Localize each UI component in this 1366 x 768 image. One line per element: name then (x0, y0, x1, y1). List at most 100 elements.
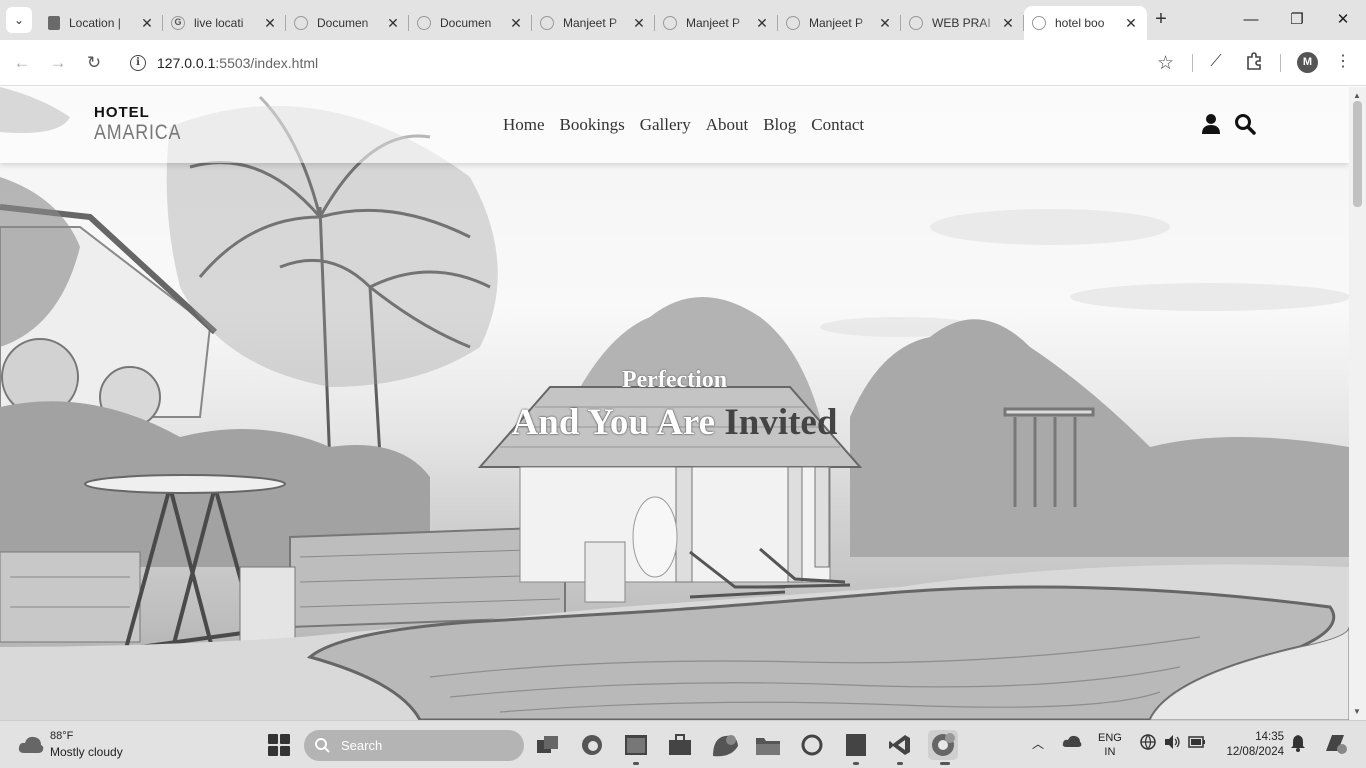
tab-title: Documen (440, 16, 492, 30)
hero-title-part-1: And You Are (511, 402, 725, 443)
copilot-icon[interactable] (1322, 731, 1348, 758)
browser-tab[interactable]: Documen ✕ (409, 6, 532, 40)
flag-icon (48, 16, 60, 30)
tab-title: Manjeet P (809, 16, 864, 30)
store-icon[interactable] (665, 730, 695, 760)
nav-about[interactable]: About (706, 115, 749, 135)
language-indicator[interactable]: ENG IN (1098, 731, 1122, 759)
volume-icon[interactable] (1164, 734, 1182, 753)
cloud-icon[interactable] (18, 733, 44, 755)
browser-tab[interactable]: hotel boo ✕ (1024, 6, 1147, 40)
address-bar[interactable]: i 127.0.0.1:5503/index.html (120, 46, 1190, 80)
google-icon: G (171, 16, 185, 30)
globe-icon (1032, 16, 1046, 30)
minimize-icon[interactable]: — (1241, 10, 1261, 30)
forward-icon[interactable]: → (47, 52, 69, 74)
tab-close-icon[interactable]: ✕ (631, 15, 647, 32)
browser-tab[interactable]: Manjeet P ✕ (655, 6, 778, 40)
tab-title: Location | (69, 16, 121, 30)
chrome-dev-icon[interactable] (710, 730, 740, 760)
tab-close-icon[interactable]: ✕ (508, 15, 524, 32)
scroll-down-icon[interactable]: ▼ (1353, 707, 1361, 716)
scrollbar-thumb[interactable] (1353, 101, 1362, 207)
tab-close-icon[interactable]: ✕ (1123, 15, 1139, 32)
globe-icon (540, 16, 554, 30)
extensions-icon[interactable] (1244, 52, 1264, 72)
site-header: HOTEL AMARICA Home Bookings Gallery Abou… (0, 87, 1349, 163)
taskbar-search[interactable]: Search (304, 730, 524, 761)
hero-title: And You Are Invited (0, 401, 1349, 444)
hero-subtitle: Perfection (621, 367, 728, 393)
main-navigation: Home Bookings Gallery About Blog Contact (503, 115, 864, 135)
nav-gallery[interactable]: Gallery (640, 115, 691, 135)
system-clock[interactable]: 14:35 12/08/2024 (1220, 730, 1284, 760)
weather-description[interactable]: Mostly cloudy (50, 745, 123, 759)
task-view-icon[interactable] (533, 730, 563, 760)
clock-time: 14:35 (1255, 731, 1284, 743)
profile-avatar[interactable]: M (1297, 52, 1318, 73)
nav-bookings[interactable]: Bookings (560, 115, 625, 135)
user-icon[interactable] (1200, 113, 1222, 135)
region-code: IN (1104, 746, 1116, 758)
search-icon[interactable] (1234, 113, 1256, 135)
tab-title: WEB PRAI (932, 16, 991, 30)
edge-icon[interactable] (577, 730, 607, 760)
logo-line-2: AMARICA (94, 121, 182, 144)
restore-icon[interactable]: ❐ (1287, 10, 1307, 30)
tab-close-icon[interactable]: ✕ (754, 15, 770, 32)
browser-tab[interactable]: Manjeet P ✕ (778, 6, 901, 40)
notification-bell-icon[interactable] (1290, 734, 1306, 755)
globe-icon (909, 16, 923, 30)
more-menu-icon[interactable]: ⋮ (1333, 52, 1353, 72)
nav-blog[interactable]: Blog (763, 115, 796, 135)
browser-tab[interactable]: Manjeet P ✕ (532, 6, 655, 40)
globe-icon (786, 16, 800, 30)
back-icon[interactable]: ← (11, 52, 33, 74)
tab-title: Manjeet P (563, 16, 618, 30)
new-tab-button[interactable]: + (1150, 9, 1172, 31)
browser-tab[interactable]: WEB PRAI ✕ (901, 6, 1024, 40)
globe-icon (417, 16, 431, 30)
tab-close-icon[interactable]: ✕ (385, 15, 401, 32)
battery-icon[interactable] (1188, 735, 1206, 752)
nav-home[interactable]: Home (503, 115, 545, 135)
folder-icon[interactable] (753, 730, 783, 760)
tab-search-button[interactable]: ⌄ (6, 7, 32, 33)
scroll-up-icon[interactable]: ▲ (1353, 91, 1361, 100)
browser-tab[interactable]: Documen ✕ (286, 6, 409, 40)
reload-icon[interactable]: ↻ (83, 52, 105, 74)
url-text[interactable]: 127.0.0.1:5503/index.html (157, 55, 318, 71)
site-logo[interactable]: HOTEL AMARICA (94, 105, 197, 143)
url-host: 127.0.0.1 (157, 55, 216, 71)
tab-title: live locati (194, 16, 244, 30)
chrome-icon[interactable] (928, 730, 958, 760)
close-window-icon[interactable]: ✕ (1333, 10, 1353, 30)
tab-close-icon[interactable]: ✕ (139, 15, 155, 32)
show-hidden-icons-chevron-icon[interactable]: ︿ (1032, 735, 1044, 752)
bookmark-star-icon[interactable]: ☆ (1157, 52, 1174, 75)
page-scrollbar[interactable]: ▲ ▼ (1349, 87, 1366, 720)
tab-title: Manjeet P (686, 16, 741, 30)
notepad-icon[interactable] (841, 730, 871, 760)
tab-title: Documen (317, 16, 369, 30)
hero-title-part-2: Invited (724, 402, 838, 443)
nav-contact[interactable]: Contact (811, 115, 864, 135)
onedrive-icon[interactable] (1062, 733, 1082, 752)
windows-start-icon[interactable] (268, 734, 290, 756)
tab-close-icon[interactable]: ✕ (1000, 15, 1016, 32)
tab-close-icon[interactable]: ✕ (262, 15, 278, 32)
tab-close-icon[interactable]: ✕ (877, 15, 893, 32)
search-placeholder: Search (341, 738, 383, 753)
cortana-icon[interactable] (797, 730, 827, 760)
browser-tab[interactable]: Glive locati ✕ (163, 6, 286, 40)
network-globe-icon[interactable] (1140, 734, 1156, 753)
search-icon (315, 738, 330, 753)
url-path: :5503/index.html (215, 55, 319, 71)
site-info-icon[interactable]: i (130, 55, 146, 71)
toolbar-divider (1280, 54, 1281, 72)
weather-temperature[interactable]: 88°F (50, 730, 73, 742)
vscode-icon[interactable] (885, 730, 915, 760)
file-explorer-icon[interactable] (621, 730, 651, 760)
pen-icon[interactable]: ⟋ (1206, 52, 1226, 72)
browser-tab[interactable]: Location | ✕ (40, 6, 163, 40)
